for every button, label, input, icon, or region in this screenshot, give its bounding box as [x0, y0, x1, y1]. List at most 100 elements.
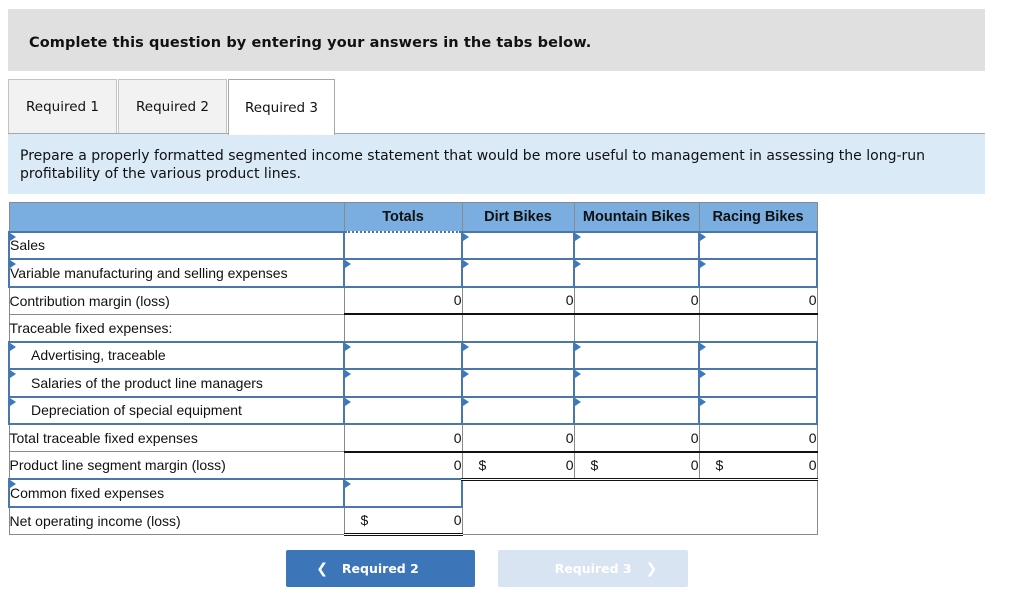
cell-input[interactable]: [463, 260, 573, 286]
salaries-racing-input[interactable]: [698, 368, 818, 398]
value: 0: [690, 457, 699, 473]
header-dirt-bikes: Dirt Bikes: [461, 202, 575, 232]
table-row: Sales: [8, 230, 818, 260]
salaries-totals-input[interactable]: [343, 368, 463, 398]
cell-input[interactable]: [575, 342, 698, 368]
input-flag-icon: [10, 397, 16, 406]
segmented-income-statement: Totals Dirt Bikes Mountain Bikes Racing …: [8, 202, 818, 536]
cell-input[interactable]: [575, 397, 698, 423]
cell-input[interactable]: [345, 260, 461, 286]
cell-input[interactable]: [345, 370, 461, 396]
cell-input[interactable]: [345, 342, 461, 368]
table-row: Total traceable fixed expenses 0 0 0 0: [8, 423, 818, 452]
variable-dirt-input[interactable]: [461, 258, 575, 288]
cell-input[interactable]: [575, 370, 698, 396]
depreciation-label-input[interactable]: Depreciation of special equipment: [8, 395, 345, 425]
input-flag-icon: [10, 232, 16, 241]
contribution-racing-value: 0: [698, 285, 818, 315]
tab-required-2[interactable]: Required 2: [118, 79, 227, 134]
currency-symbol: $: [590, 457, 599, 473]
salaries-label-input[interactable]: Salaries of the product line managers: [8, 368, 345, 398]
instructions-text: Prepare a properly formatted segmented i…: [8, 134, 985, 194]
depreciation-totals-input[interactable]: [343, 395, 463, 425]
table-row: Advertising, traceable: [8, 340, 818, 370]
input-flag-icon: [700, 260, 706, 268]
segment-margin-mountain-value: $0: [573, 450, 700, 481]
cell-input[interactable]: [463, 342, 573, 368]
cell-input[interactable]: [463, 232, 573, 258]
prev-required-2-button[interactable]: ❮ Required 2: [286, 550, 475, 587]
variable-racing-input[interactable]: [698, 258, 818, 288]
net-operating-income-totals-value: $0: [343, 506, 463, 536]
common-fixed-label-input[interactable]: Common fixed expenses: [8, 478, 345, 508]
advertising-totals-input[interactable]: [343, 340, 463, 370]
input-flag-icon: [345, 370, 351, 378]
input-flag-icon: [575, 232, 581, 241]
row-label: Variable manufacturing and selling expen…: [10, 264, 288, 281]
total-traceable-label: Total traceable fixed expenses: [8, 423, 345, 452]
segment-margin-label: Product line segment margin (loss): [8, 451, 345, 480]
tab-required-1[interactable]: Required 1: [8, 79, 117, 134]
salaries-dirt-input[interactable]: [461, 368, 575, 398]
contribution-margin-label: Contribution margin (loss): [8, 286, 345, 315]
depreciation-mountain-input[interactable]: [573, 395, 700, 425]
input-flag-icon: [700, 397, 706, 406]
table-row: Salaries of the product line managers: [8, 368, 818, 398]
table-row: Depreciation of special equipment: [8, 395, 818, 425]
cell-input[interactable]: [345, 232, 461, 258]
advertising-label-input[interactable]: Advertising, traceable: [8, 340, 345, 370]
empty-cell: [573, 313, 700, 342]
segment-margin-totals-value: 0: [343, 450, 463, 480]
cell-input[interactable]: [700, 342, 816, 368]
header-row: Totals Dirt Bikes Mountain Bikes Racing …: [8, 202, 818, 232]
input-flag-icon: [10, 260, 16, 268]
currency-symbol: $: [715, 457, 724, 473]
banner-text: Complete this question by entering your …: [29, 35, 592, 51]
input-flag-icon: [463, 397, 469, 406]
contribution-mountain-value: 0: [573, 285, 700, 315]
advertising-dirt-input[interactable]: [461, 340, 575, 370]
empty-cell: [698, 313, 818, 342]
input-flag-icon: [345, 397, 351, 406]
advertising-mountain-input[interactable]: [573, 340, 700, 370]
cell-input[interactable]: [575, 232, 698, 258]
sales-mountain-input[interactable]: [573, 230, 700, 260]
variable-expenses-label-input[interactable]: Variable manufacturing and selling expen…: [8, 258, 345, 288]
cell-input[interactable]: [463, 370, 573, 396]
total-traceable-totals-value: 0: [343, 423, 463, 452]
cell-input[interactable]: [700, 370, 816, 396]
tab-required-3[interactable]: Required 3: [228, 79, 335, 135]
cell-input[interactable]: [700, 260, 816, 286]
input-flag-icon: [463, 260, 469, 268]
segment-margin-racing-value: $0: [698, 450, 818, 481]
total-traceable-mountain-value: 0: [573, 423, 700, 452]
cell-input[interactable]: [345, 480, 461, 506]
tab-bar: Required 1 Required 2 Required 3: [8, 79, 985, 135]
cell-input[interactable]: [575, 260, 698, 286]
common-fixed-totals-input[interactable]: [343, 478, 463, 508]
cell-input[interactable]: [345, 397, 461, 423]
cell-input[interactable]: [700, 397, 816, 423]
variable-mountain-input[interactable]: [573, 258, 700, 288]
header-totals: Totals: [343, 202, 463, 232]
traceable-heading-label: Traceable fixed expenses:: [8, 313, 345, 342]
input-flag-icon: [10, 480, 16, 488]
cell-input[interactable]: [700, 232, 816, 258]
depreciation-racing-input[interactable]: [698, 395, 818, 425]
row-label: Depreciation of special equipment: [31, 402, 242, 419]
contribution-dirt-value: 0: [461, 285, 575, 315]
sales-totals-input[interactable]: [343, 230, 463, 260]
table-row: Common fixed expenses: [8, 478, 818, 535]
advertising-racing-input[interactable]: [698, 340, 818, 370]
salaries-mountain-input[interactable]: [573, 368, 700, 398]
sales-dirt-input[interactable]: [461, 230, 575, 260]
value: 0: [453, 512, 462, 528]
input-flag-icon: [463, 232, 469, 241]
sales-racing-input[interactable]: [698, 230, 818, 260]
sales-label-input[interactable]: Sales: [8, 230, 345, 260]
cell-input[interactable]: [463, 397, 573, 423]
variable-totals-input[interactable]: [343, 258, 463, 288]
input-flag-icon: [700, 342, 706, 351]
input-flag-icon: [10, 342, 16, 351]
depreciation-dirt-input[interactable]: [461, 395, 575, 425]
